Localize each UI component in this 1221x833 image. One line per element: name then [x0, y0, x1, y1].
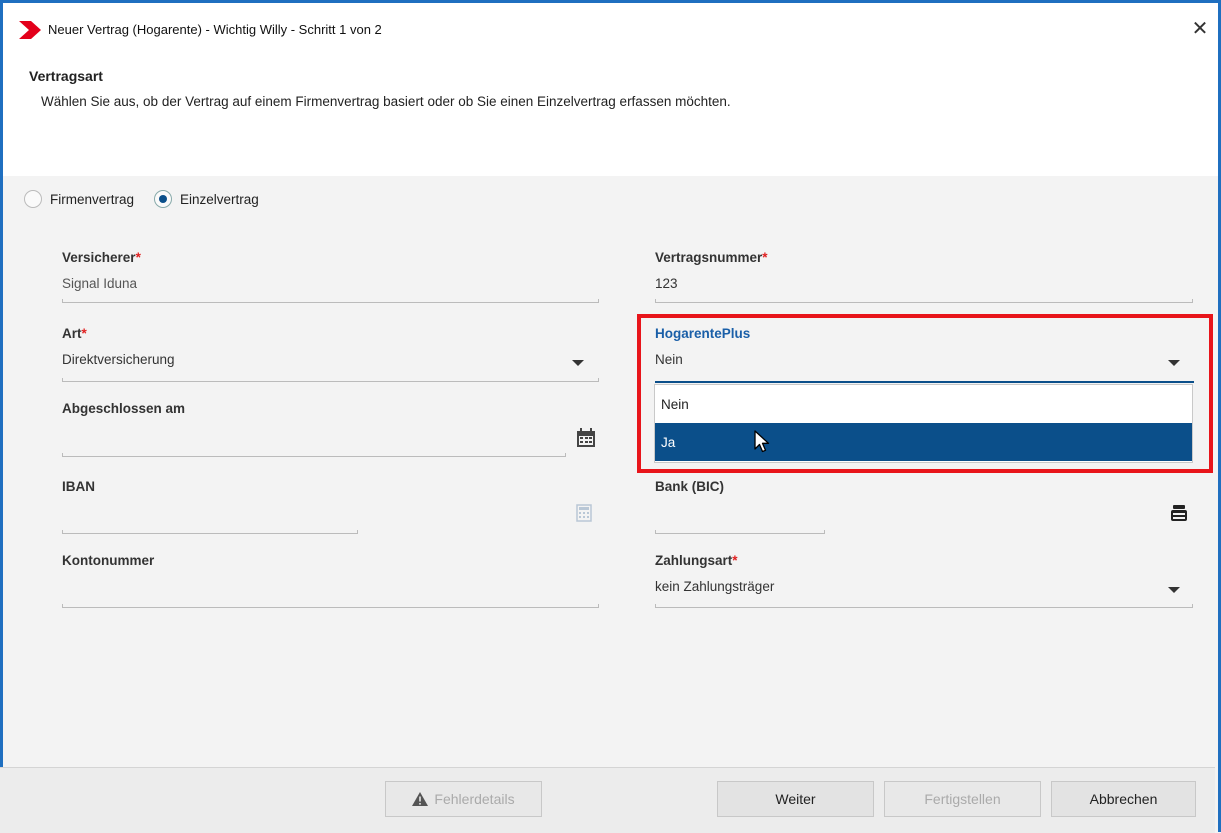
warning-icon	[412, 792, 429, 806]
zahlungsart-underline	[655, 604, 1193, 608]
abbrechen-label: Abbrechen	[1089, 791, 1158, 807]
abgeschlossen-input[interactable]	[62, 453, 566, 457]
app-logo-icon	[19, 21, 41, 39]
dropdown-option-ja[interactable]: Ja	[655, 423, 1192, 461]
fehlerdetails-label: Fehlerdetails	[434, 791, 515, 807]
kontonummer-field: Kontonummer	[62, 553, 154, 568]
calendar-icon[interactable]	[576, 428, 596, 448]
hogarente-label: HogarentePlus	[655, 326, 751, 341]
zahlungsart-chevron-down-icon[interactable]	[1168, 587, 1180, 593]
hogarente-underline-focused	[655, 381, 1194, 383]
kontonummer-input[interactable]	[62, 604, 599, 608]
radio-firmenvertrag[interactable]	[24, 190, 42, 208]
close-icon[interactable]: ✕	[1188, 16, 1212, 41]
title-bar: Neuer Vertrag (Hogarente) - Wichtig Will…	[3, 3, 1218, 58]
art-label: Art	[62, 326, 82, 341]
iban-input[interactable]	[62, 530, 358, 534]
radio-einzelvertrag-label[interactable]: Einzelvertrag	[180, 192, 259, 207]
step-title: Vertragsart	[29, 68, 103, 84]
versicherer-underline	[62, 299, 599, 303]
bank-label: Bank (BIC)	[655, 479, 725, 494]
hogarente-field: HogarentePlus Nein	[655, 326, 750, 367]
abgeschlossen-label: Abgeschlossen am	[62, 401, 186, 416]
abgeschlossen-field: Abgeschlossen am	[62, 401, 185, 416]
fertigstellen-button[interactable]: Fertigstellen	[884, 781, 1041, 817]
art-underline	[62, 378, 599, 382]
step-header: Vertragsart Wählen Sie aus, ob der Vertr…	[3, 58, 1218, 176]
versicherer-value[interactable]: Signal Iduna	[62, 276, 141, 291]
radio-einzelvertrag[interactable]	[154, 190, 173, 208]
bank-field: Bank (BIC)	[655, 479, 724, 494]
abbrechen-button[interactable]: Abbrechen	[1051, 781, 1196, 817]
radio-firmenvertrag-label[interactable]: Firmenvertrag	[50, 192, 134, 207]
window-title: Neuer Vertrag (Hogarente) - Wichtig Will…	[48, 22, 382, 37]
weiter-button[interactable]: Weiter	[717, 781, 874, 817]
contract-type-radio-group: Firmenvertrag Einzelvertrag	[24, 190, 271, 208]
art-field: Art* Direktversicherung	[62, 326, 175, 367]
vertragsnummer-label: Vertragsnummer	[655, 250, 763, 265]
mouse-cursor-icon	[754, 430, 770, 453]
hogarente-select[interactable]: Nein	[655, 352, 750, 367]
vertragsnummer-underline	[655, 299, 1193, 303]
fertigstellen-label: Fertigstellen	[924, 791, 1001, 807]
art-select[interactable]: Direktversicherung	[62, 352, 175, 367]
versicherer-label: Versicherer	[62, 250, 136, 265]
kontonummer-label: Kontonummer	[62, 553, 155, 568]
fehlerdetails-button[interactable]: Fehlerdetails	[385, 781, 542, 817]
vertragsnummer-field: Vertragsnummer* 123	[655, 250, 768, 291]
step-description: Wählen Sie aus, ob der Vertrag auf einem…	[41, 94, 731, 109]
zahlungsart-field: Zahlungsart* kein Zahlungsträger	[655, 553, 774, 594]
zahlungsart-select[interactable]: kein Zahlungsträger	[655, 579, 774, 594]
required-marker: *	[135, 250, 141, 265]
bank-input[interactable]	[655, 530, 825, 534]
art-chevron-down-icon[interactable]	[572, 360, 584, 366]
required-marker: *	[81, 326, 87, 341]
bank-lookup-icon[interactable]	[1170, 504, 1188, 522]
hogarente-chevron-down-icon[interactable]	[1168, 360, 1180, 366]
iban-label: IBAN	[62, 479, 95, 494]
weiter-label: Weiter	[775, 791, 816, 807]
required-marker: *	[732, 553, 738, 568]
versicherer-field: Versicherer* Signal Iduna	[62, 250, 141, 291]
required-marker: *	[762, 250, 768, 265]
calculator-icon[interactable]	[576, 504, 592, 522]
zahlungsart-label: Zahlungsart	[655, 553, 733, 568]
dropdown-option-nein[interactable]: Nein	[655, 385, 1192, 423]
hogarente-dropdown-list: Nein Ja	[654, 384, 1193, 463]
iban-field: IBAN	[62, 479, 95, 494]
vertragsnummer-input[interactable]: 123	[655, 276, 768, 291]
